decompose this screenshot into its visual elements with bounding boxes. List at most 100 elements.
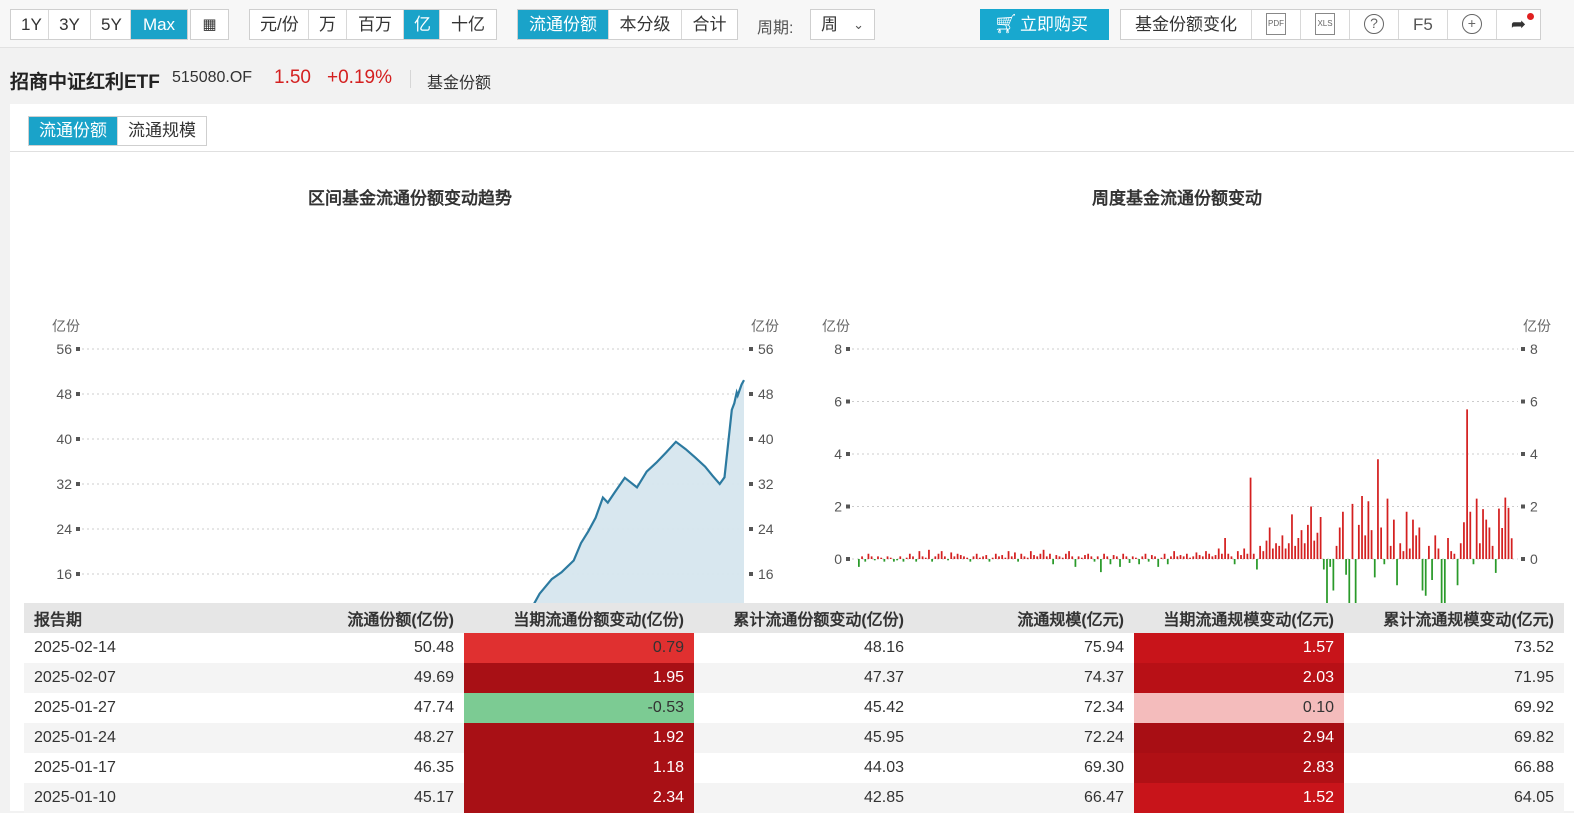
right-chart-ytick-mark-right <box>1521 347 1525 351</box>
right-chart-bar <box>956 553 959 559</box>
unit-button-0[interactable]: 元/份 <box>250 10 309 39</box>
share-trend-chart: 亿份亿份008816162424323240404848565619-12-27… <box>52 318 779 608</box>
table-row[interactable]: 2025-01-10 45.17 2.34 42.85 66.47 1.52 64.05 <box>24 783 1564 813</box>
right-chart-bar <box>1100 559 1102 573</box>
right-chart-bar <box>1507 507 1510 559</box>
help-button[interactable]: ? <box>1350 10 1399 39</box>
right-chart-bar <box>1256 559 1258 570</box>
type-button-2[interactable]: 合计 <box>682 10 737 39</box>
right-chart-bar <box>1205 551 1207 560</box>
type-button-0[interactable]: 流通份额 <box>518 10 609 39</box>
right-chart-bar <box>1144 553 1147 559</box>
unit-button-2[interactable]: 百万 <box>347 10 404 39</box>
unit-button-3[interactable]: 亿 <box>404 10 440 39</box>
right-chart-bar <box>1236 551 1239 560</box>
table-cell: 1.18 <box>464 753 694 783</box>
right-chart-bar <box>937 553 940 559</box>
unit-button-group: 元/份万百万亿十亿 <box>249 9 497 40</box>
right-chart-bar <box>1128 559 1131 563</box>
right-chart-bar <box>1221 553 1223 559</box>
f5-refresh-button[interactable]: F5 <box>1399 10 1448 39</box>
right-chart-bar <box>947 559 949 561</box>
right-chart-bar <box>1466 409 1468 559</box>
calendar-icon[interactable]: ▦ <box>191 10 228 39</box>
column-header-5[interactable]: 当期流通规模变动(亿元) <box>1134 603 1344 633</box>
right-chart-bar <box>934 556 937 560</box>
plus-icon: + <box>1461 14 1482 35</box>
right-chart-bar <box>959 555 962 559</box>
type-button-1[interactable]: 本分级 <box>609 10 682 39</box>
right-chart-bar <box>1357 524 1360 560</box>
column-header-4[interactable]: 流通规模(亿元) <box>914 603 1134 633</box>
table-cell: 2025-02-07 <box>24 663 314 693</box>
right-chart-ytick-left: 0 <box>834 551 842 567</box>
right-chart-bar <box>880 557 883 559</box>
right-chart-bar <box>1179 555 1182 559</box>
right-chart-bar <box>1443 559 1446 608</box>
right-chart-bar <box>1504 497 1507 559</box>
right-chart-bar <box>1307 524 1309 560</box>
right-chart-bar <box>1278 545 1281 560</box>
right-chart-bar <box>1087 553 1090 559</box>
column-header-0[interactable]: 报告期 <box>24 603 314 633</box>
range-button-2[interactable]: 5Y <box>91 10 131 39</box>
right-chart-bar <box>1342 511 1344 559</box>
right-chart-bar <box>1173 551 1176 560</box>
left-chart-ytick-left: 32 <box>56 476 72 492</box>
range-button-0[interactable]: 1Y <box>11 10 49 39</box>
column-header-1[interactable]: 流通份额(亿份) <box>314 603 464 633</box>
left-chart-ytick-mark-left <box>76 347 80 351</box>
subtab-0[interactable]: 流通份额 <box>29 117 118 145</box>
column-header-2[interactable]: 当期流通份额变动(亿份) <box>464 603 694 633</box>
right-chart-bar <box>1023 556 1026 560</box>
fund-change-button[interactable]: 基金份额变化 <box>1121 10 1252 39</box>
xls-export-button[interactable]: XLS <box>1301 10 1350 39</box>
right-chart-bar <box>1383 559 1386 565</box>
unit-button-1[interactable]: 万 <box>309 10 347 39</box>
buy-label: 立即购买 <box>1020 15 1088 34</box>
right-chart-ytick-right: 2 <box>1530 499 1538 515</box>
period-label: 周期: <box>757 20 794 37</box>
table-row[interactable]: 2025-02-07 49.69 1.95 47.37 74.37 2.03 71.95 <box>24 663 1564 693</box>
right-chart-bar <box>1227 553 1230 559</box>
table-cell: 2.94 <box>1134 723 1344 753</box>
share-icon: ➦ <box>1510 14 1526 34</box>
table-cell: 66.47 <box>914 783 1134 813</box>
right-chart-bar <box>982 556 984 560</box>
right-chart-bar <box>985 555 988 559</box>
right-chart-bar <box>975 553 978 559</box>
right-chart-bar <box>1297 538 1300 559</box>
share-data-table: 报告期 流通份额(亿份) 当期流通份额变动(亿份) 累计流通份额变动(亿份) 流通规模(… <box>24 603 1564 813</box>
right-chart-bar <box>931 559 933 562</box>
period-select[interactable]: 周 ⌄ <box>810 9 875 40</box>
share-button[interactable]: ➦ <box>1497 10 1540 39</box>
left-chart-ylabel-left: 亿份 <box>52 318 80 334</box>
right-chart-bar <box>896 559 898 561</box>
right-chart-bar <box>1510 538 1513 559</box>
right-chart-bar <box>1440 559 1443 608</box>
right-chart-bar <box>1424 559 1427 596</box>
column-header-6[interactable]: 累计流通规模变动(亿元) <box>1344 603 1564 633</box>
left-chart-ytick-right: 48 <box>758 386 774 402</box>
table-row[interactable]: 2025-02-14 50.48 0.79 48.16 75.94 1.57 73.52 <box>24 633 1564 663</box>
table-cell: 1.92 <box>464 723 694 753</box>
add-button[interactable]: + <box>1448 10 1497 39</box>
buy-button[interactable]: 🛒︎ 立即购买 <box>980 9 1109 40</box>
table-row[interactable]: 2025-01-27 47.74 -0.53 45.42 72.34 0.10 69.92 <box>24 693 1564 723</box>
table-row[interactable]: 2025-01-24 48.27 1.92 45.95 72.24 2.94 69.82 <box>24 723 1564 753</box>
subtab-1[interactable]: 流通规模 <box>118 117 206 145</box>
range-button-3[interactable]: Max <box>131 10 187 39</box>
column-header-3[interactable]: 累计流通份额变动(亿份) <box>694 603 914 633</box>
right-chart-bar <box>1370 530 1373 560</box>
notification-dot <box>1526 13 1534 20</box>
table-row[interactable]: 2025-01-17 46.35 1.18 44.03 69.30 2.83 66.88 <box>24 753 1564 783</box>
right-chart-bar <box>979 557 981 559</box>
right-chart-bar <box>1186 553 1188 559</box>
right-chart-bar <box>1014 552 1016 559</box>
range-button-1[interactable]: 3Y <box>49 10 91 39</box>
unit-button-4[interactable]: 十亿 <box>440 10 496 39</box>
right-chart-bar <box>1039 553 1042 559</box>
right-chart-bar <box>870 556 873 560</box>
pdf-export-button[interactable]: PDF <box>1252 10 1301 39</box>
left-chart-ytick-right: 56 <box>758 341 774 357</box>
